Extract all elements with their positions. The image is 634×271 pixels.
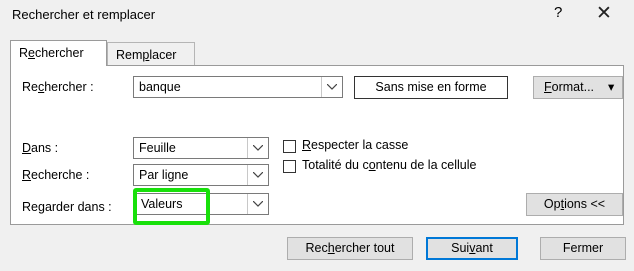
within-dropdown[interactable]	[247, 138, 268, 158]
find-all-button[interactable]: Rechercher tout	[287, 237, 413, 260]
match-case-label: Respecter la casse	[302, 138, 409, 152]
options-button[interactable]: Options <<	[526, 193, 623, 216]
chevron-down-icon	[253, 172, 263, 178]
chevron-down-icon	[253, 201, 263, 207]
search-value: Par ligne	[139, 168, 189, 182]
tab-remplacer[interactable]: Remplacer	[107, 42, 195, 66]
no-format-button[interactable]: Sans mise en forme	[354, 76, 508, 99]
close-button[interactable]: Fermer	[540, 237, 626, 260]
within-select[interactable]: Feuille	[133, 137, 269, 159]
entire-cell-label: Totalité du contenu de la cellule	[302, 158, 477, 172]
find-label: Rechercher :	[22, 80, 94, 94]
match-case-checkbox[interactable]	[283, 140, 296, 153]
search-dropdown[interactable]	[247, 165, 268, 185]
find-next-button[interactable]: Suivant	[426, 237, 518, 260]
options-label: Options <<	[543, 197, 606, 211]
look-in-label: Regarder dans :	[22, 200, 112, 214]
chevron-down-icon	[253, 145, 263, 151]
find-next-label: Suivant	[451, 241, 493, 255]
find-all-label: Rechercher tout	[305, 241, 395, 255]
help-button[interactable]: ?	[554, 4, 562, 21]
entire-cell-checkbox[interactable]	[283, 160, 296, 173]
within-value: Feuille	[139, 141, 176, 155]
close-icon[interactable]: ✕	[596, 2, 612, 25]
find-input[interactable]: banque	[133, 76, 343, 98]
format-button[interactable]: Format... ▾	[533, 76, 623, 99]
look-in-dropdown[interactable]	[247, 194, 268, 214]
search-select[interactable]: Par ligne	[133, 164, 269, 186]
search-label: Recherche :	[22, 168, 90, 182]
format-label: Format...	[544, 80, 595, 94]
tab-label: Remplacer	[116, 48, 177, 62]
find-history-dropdown[interactable]	[321, 77, 342, 97]
dropdown-arrow-icon: ▾	[608, 80, 615, 94]
within-label: Dans :	[22, 141, 59, 155]
find-input-value: banque	[139, 80, 181, 94]
tab-rechercher[interactable]: Rechercher	[10, 40, 107, 66]
window-title: Rechercher et remplacer	[12, 7, 156, 22]
chevron-down-icon	[327, 84, 337, 90]
highlight-annotation	[133, 188, 210, 225]
tab-label: Rechercher	[19, 46, 84, 60]
